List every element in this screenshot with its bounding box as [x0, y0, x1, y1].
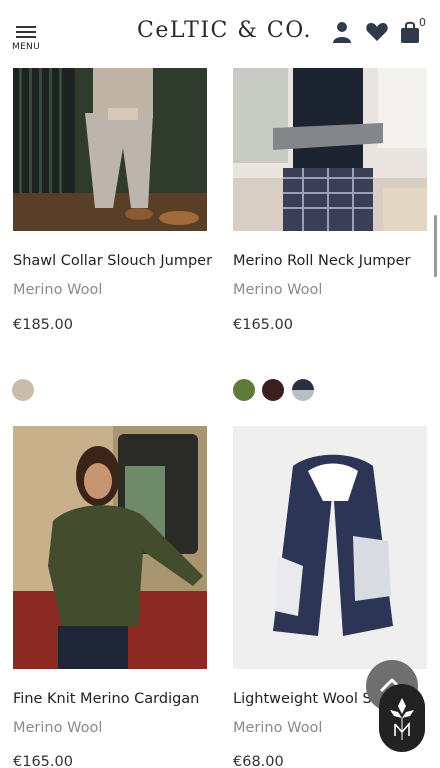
- product-material: Merino Wool: [233, 720, 323, 736]
- product-price: €68.00: [233, 754, 284, 768]
- menu-label: MENU: [12, 42, 40, 52]
- product-name[interactable]: Shawl Collar Slouch Jumper: [13, 253, 212, 269]
- product-image-shawl-jumper[interactable]: [13, 68, 207, 231]
- product-image-roll-neck-jumper[interactable]: [233, 68, 427, 231]
- shopping-bag-icon[interactable]: [400, 20, 420, 44]
- color-swatch-navy-grey[interactable]: [292, 379, 314, 401]
- hamburger-icon-line: [16, 36, 36, 38]
- product-price: €185.00: [13, 317, 73, 333]
- site-header: MENU CeLTIC & CO. 0: [0, 0, 440, 68]
- account-icon[interactable]: [331, 20, 353, 44]
- product-image-merino-cardigan[interactable]: [13, 426, 207, 669]
- product-material: Merino Wool: [13, 282, 103, 298]
- product-material: Merino Wool: [233, 282, 323, 298]
- brand-emblem-icon: [390, 698, 414, 740]
- color-swatch-green[interactable]: [233, 379, 255, 401]
- product-name[interactable]: Fine Knit Merino Cardigan: [13, 691, 199, 707]
- product-price: €165.00: [233, 317, 293, 333]
- wishlist-heart-icon[interactable]: [365, 20, 389, 44]
- bag-count-badge: 0: [419, 16, 426, 29]
- menu-button[interactable]: MENU: [12, 22, 46, 56]
- product-price: €165.00: [13, 754, 73, 768]
- hamburger-icon-line: [16, 31, 36, 33]
- color-swatch-burgundy[interactable]: [262, 379, 284, 401]
- product-image-wool-scarf[interactable]: [233, 426, 427, 669]
- hamburger-icon: [16, 26, 36, 28]
- brand-logo[interactable]: CeLTIC & CO.: [137, 18, 312, 43]
- assistant-chat-button[interactable]: [379, 684, 425, 752]
- page-scrollbar[interactable]: [434, 215, 437, 277]
- color-swatch-oatmeal[interactable]: [12, 379, 34, 401]
- product-name[interactable]: Merino Roll Neck Jumper: [233, 253, 410, 269]
- product-material: Merino Wool: [13, 720, 103, 736]
